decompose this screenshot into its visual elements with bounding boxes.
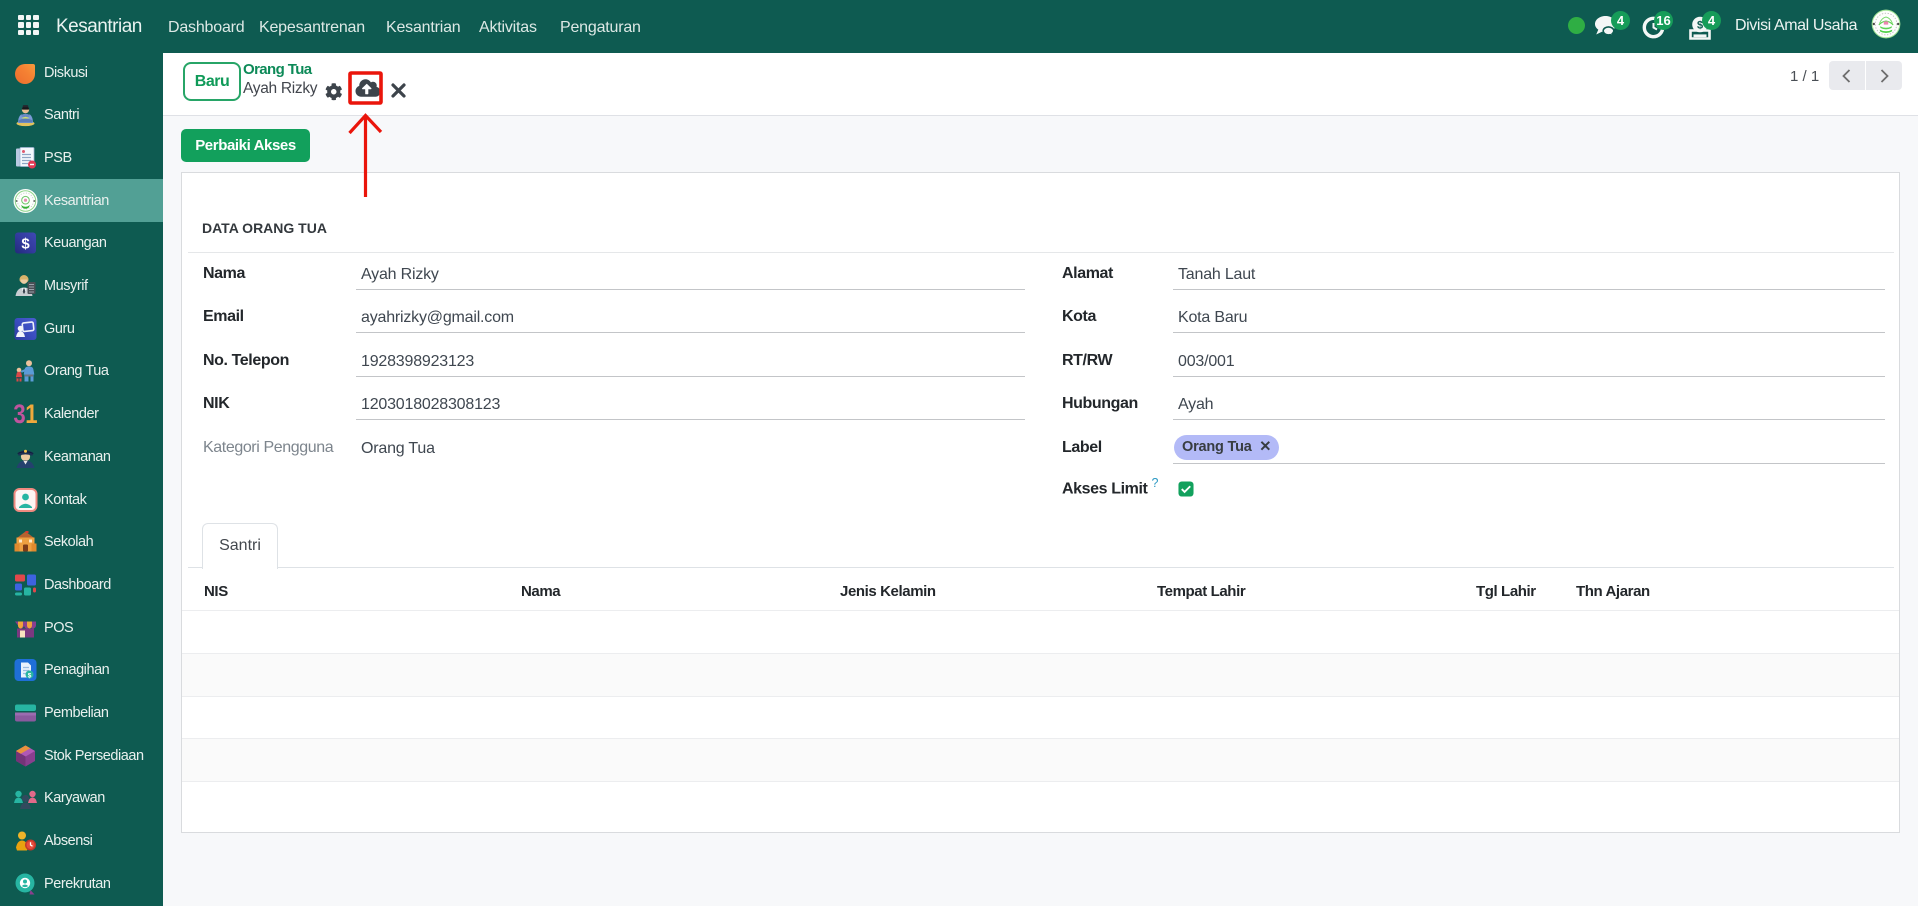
svg-text:1: 1 <box>25 402 38 427</box>
svg-text:$: $ <box>21 236 30 253</box>
svg-text:3: 3 <box>13 402 25 427</box>
svg-text:$: $ <box>28 673 32 680</box>
